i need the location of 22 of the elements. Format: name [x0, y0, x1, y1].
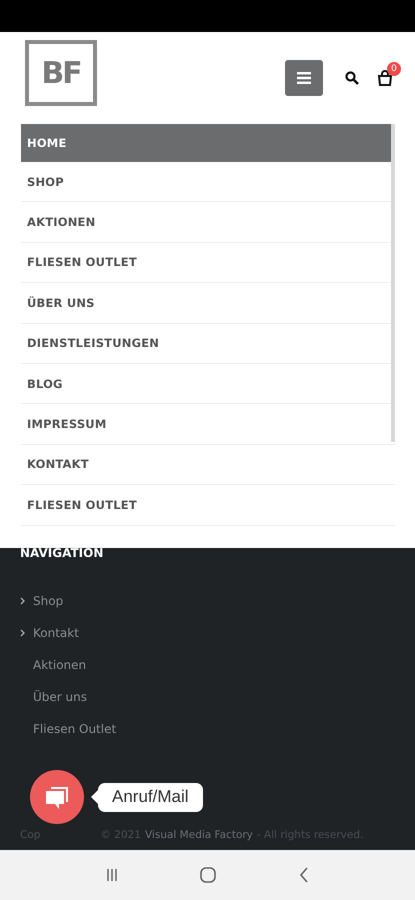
footer-link[interactable]: Kontakt	[33, 626, 79, 640]
footer-link[interactable]: Shop	[33, 594, 64, 608]
footer-link[interactable]: Aktionen	[33, 658, 86, 672]
contact-label: Anruf/Mail	[98, 782, 203, 812]
recent-apps-icon[interactable]	[106, 868, 118, 882]
chevron-icon	[20, 597, 25, 605]
menu-icon	[297, 72, 311, 84]
menu-item[interactable]: KONTAKT	[21, 444, 395, 486]
footer-link[interactable]: Fliesen Outlet	[33, 722, 116, 736]
chevron-icon	[20, 629, 25, 637]
chat-icon	[44, 784, 70, 810]
logo[interactable]: BF	[25, 40, 97, 106]
footer-heading: NAVIGATION	[20, 548, 104, 560]
footer-link[interactable]: Über uns	[33, 690, 87, 704]
tooltip-pointer-icon	[91, 790, 98, 804]
bag-icon[interactable]	[377, 70, 393, 86]
home-icon[interactable]	[200, 867, 216, 883]
search-icon[interactable]	[345, 71, 359, 85]
menu-button[interactable]	[285, 60, 323, 96]
menu-item[interactable]: FLIESEN OUTLET	[21, 485, 395, 526]
cart-count: 0	[387, 62, 401, 76]
back-icon[interactable]	[298, 867, 309, 883]
